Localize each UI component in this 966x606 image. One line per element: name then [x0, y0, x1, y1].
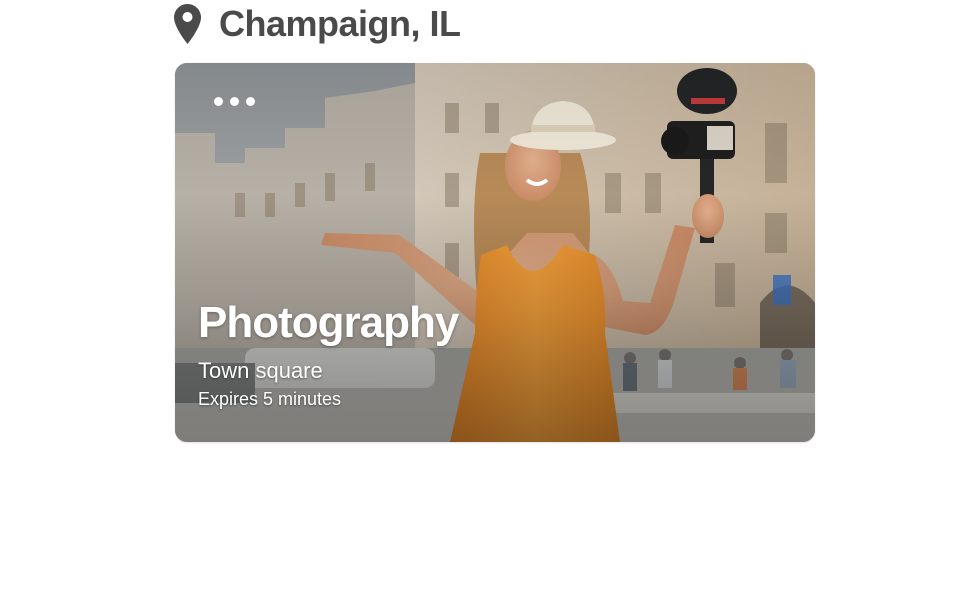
location-title: Champaign, IL: [219, 3, 461, 44]
location-pin-icon: [174, 4, 201, 44]
event-page: Champaign, IL Photography Town square Ex…: [0, 0, 966, 606]
event-place: Town square: [198, 358, 323, 383]
event-card[interactable]: Photography Town square Expires 5 minute…: [175, 63, 815, 442]
card-text: Photography Town square Expires 5 minute…: [198, 298, 459, 409]
location-header: Champaign, IL: [174, 0, 461, 48]
event-expiry: Expires 5 minutes: [198, 389, 342, 409]
more-options-button[interactable]: [205, 89, 257, 113]
event-title: Photography: [198, 298, 459, 347]
more-dot-icon: [214, 96, 223, 106]
more-dot-icon: [246, 96, 255, 106]
more-dot-icon: [230, 96, 239, 106]
